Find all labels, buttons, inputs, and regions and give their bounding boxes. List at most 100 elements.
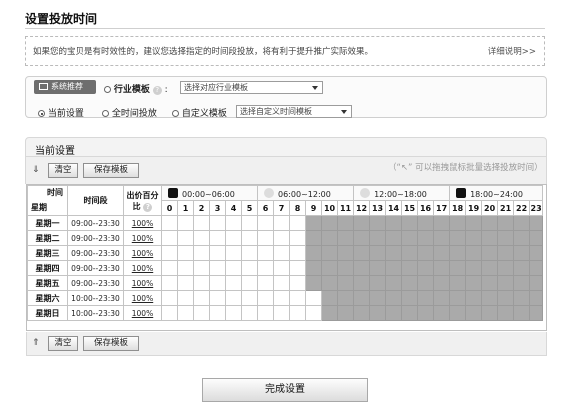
hour-cell[interactable] xyxy=(449,245,467,261)
day-label[interactable]: 星期一 xyxy=(27,215,68,231)
hour-cell[interactable] xyxy=(401,275,419,291)
hour-cell[interactable] xyxy=(497,230,515,246)
hour-cell[interactable] xyxy=(161,305,178,321)
hour-cell[interactable] xyxy=(193,275,210,291)
day-label[interactable]: 星期三 xyxy=(27,245,68,261)
hour-cell[interactable] xyxy=(481,305,499,321)
hour-cell[interactable] xyxy=(481,290,499,306)
hour-cell[interactable] xyxy=(385,260,403,276)
day-label[interactable]: 星期五 xyxy=(27,275,68,291)
hour-cell[interactable] xyxy=(353,215,371,231)
hour-cell[interactable] xyxy=(417,260,435,276)
hour-cell[interactable] xyxy=(353,305,371,321)
hour-cell[interactable] xyxy=(353,245,371,261)
hour-cell[interactable] xyxy=(257,305,275,321)
hour-cell[interactable] xyxy=(513,245,531,261)
hour-cell[interactable] xyxy=(369,215,387,231)
hour-header-1[interactable]: 1 xyxy=(177,200,194,216)
hour-cell[interactable] xyxy=(529,305,544,321)
hour-cell[interactable] xyxy=(481,275,499,291)
industry-template-radio[interactable] xyxy=(104,86,111,93)
hour-cell[interactable] xyxy=(401,305,419,321)
hour-cell[interactable] xyxy=(273,290,291,306)
hour-cell[interactable] xyxy=(449,215,467,231)
hour-cell[interactable] xyxy=(369,290,387,306)
hour-cell[interactable] xyxy=(225,290,242,306)
current-setting-option[interactable]: 当前设置 xyxy=(38,106,84,119)
hour-header-6[interactable]: 6 xyxy=(257,200,275,216)
hour-cell[interactable] xyxy=(417,305,435,321)
hour-cell[interactable] xyxy=(177,260,194,276)
hour-cell[interactable] xyxy=(513,305,531,321)
hour-header-11[interactable]: 11 xyxy=(337,200,355,216)
details-link[interactable]: 详细说明>> xyxy=(488,45,536,57)
hour-cell[interactable] xyxy=(273,230,291,246)
hour-cell[interactable] xyxy=(353,275,371,291)
hour-cell[interactable] xyxy=(385,275,403,291)
hour-cell[interactable] xyxy=(433,230,451,246)
bid-percent-link[interactable]: 100% xyxy=(123,290,162,306)
hour-cell[interactable] xyxy=(273,245,291,261)
hour-header-12[interactable]: 12 xyxy=(353,200,371,216)
hour-cell[interactable] xyxy=(193,215,210,231)
bottom-clear-button[interactable]: 清空 xyxy=(48,336,78,351)
hour-cell[interactable] xyxy=(161,260,178,276)
hour-cell[interactable] xyxy=(240,215,259,231)
hour-cell[interactable] xyxy=(385,245,403,261)
hour-cell[interactable] xyxy=(240,230,259,246)
hour-cell[interactable] xyxy=(161,230,178,246)
hour-header-15[interactable]: 15 xyxy=(401,200,419,216)
finish-button[interactable]: 完成设置 xyxy=(202,378,368,402)
hour-cell[interactable] xyxy=(177,275,194,291)
hour-header-2[interactable]: 2 xyxy=(193,200,210,216)
hour-cell[interactable] xyxy=(433,275,451,291)
hour-header-10[interactable]: 10 xyxy=(321,200,339,216)
expand-arrow-icon[interactable]: ⇑ xyxy=(32,338,40,348)
hour-cell[interactable] xyxy=(240,290,259,306)
hour-cell[interactable] xyxy=(321,305,339,321)
custom-template-option[interactable]: 自定义模板 xyxy=(172,106,227,119)
hour-header-16[interactable]: 16 xyxy=(417,200,435,216)
bottom-save-template-button[interactable]: 保存模板 xyxy=(83,336,139,351)
hour-cell[interactable] xyxy=(305,230,323,246)
current-setting-radio[interactable] xyxy=(38,110,45,117)
day-label[interactable]: 星期六 xyxy=(27,290,68,306)
hour-cell[interactable] xyxy=(433,305,451,321)
period-3[interactable]: 18:00~24:00 xyxy=(449,185,544,201)
hour-cell[interactable] xyxy=(497,215,515,231)
hour-cell[interactable] xyxy=(369,230,387,246)
hour-cell[interactable] xyxy=(273,215,291,231)
hour-cell[interactable] xyxy=(369,245,387,261)
hour-cell[interactable] xyxy=(497,260,515,276)
hour-cell[interactable] xyxy=(353,260,371,276)
custom-template-radio[interactable] xyxy=(172,110,179,117)
hour-header-8[interactable]: 8 xyxy=(289,200,307,216)
hour-cell[interactable] xyxy=(465,260,483,276)
hour-cell[interactable] xyxy=(209,275,226,291)
period-1[interactable]: 06:00~12:00 xyxy=(257,185,355,201)
custom-template-select[interactable]: 选择自定义时间模板 xyxy=(236,105,352,118)
hour-cell[interactable] xyxy=(257,245,275,261)
hour-cell[interactable] xyxy=(225,245,242,261)
save-template-button[interactable]: 保存模板 xyxy=(83,163,139,178)
hour-cell[interactable] xyxy=(305,275,323,291)
hour-header-22[interactable]: 22 xyxy=(513,200,531,216)
hour-cell[interactable] xyxy=(257,215,275,231)
hour-cell[interactable] xyxy=(449,305,467,321)
bid-percent-link[interactable]: 100% xyxy=(123,275,162,291)
hour-cell[interactable] xyxy=(481,245,499,261)
hour-cell[interactable] xyxy=(209,230,226,246)
hour-cell[interactable] xyxy=(465,245,483,261)
hour-header-19[interactable]: 19 xyxy=(465,200,483,216)
hour-header-5[interactable]: 5 xyxy=(240,200,259,216)
day-label[interactable]: 星期二 xyxy=(27,230,68,246)
hour-cell[interactable] xyxy=(240,275,259,291)
hour-cell[interactable] xyxy=(289,290,307,306)
hour-cell[interactable] xyxy=(433,245,451,261)
hour-cell[interactable] xyxy=(177,290,194,306)
hour-cell[interactable] xyxy=(177,230,194,246)
hour-header-0[interactable]: 0 xyxy=(161,200,178,216)
hour-cell[interactable] xyxy=(497,275,515,291)
hour-cell[interactable] xyxy=(161,290,178,306)
hour-header-13[interactable]: 13 xyxy=(369,200,387,216)
